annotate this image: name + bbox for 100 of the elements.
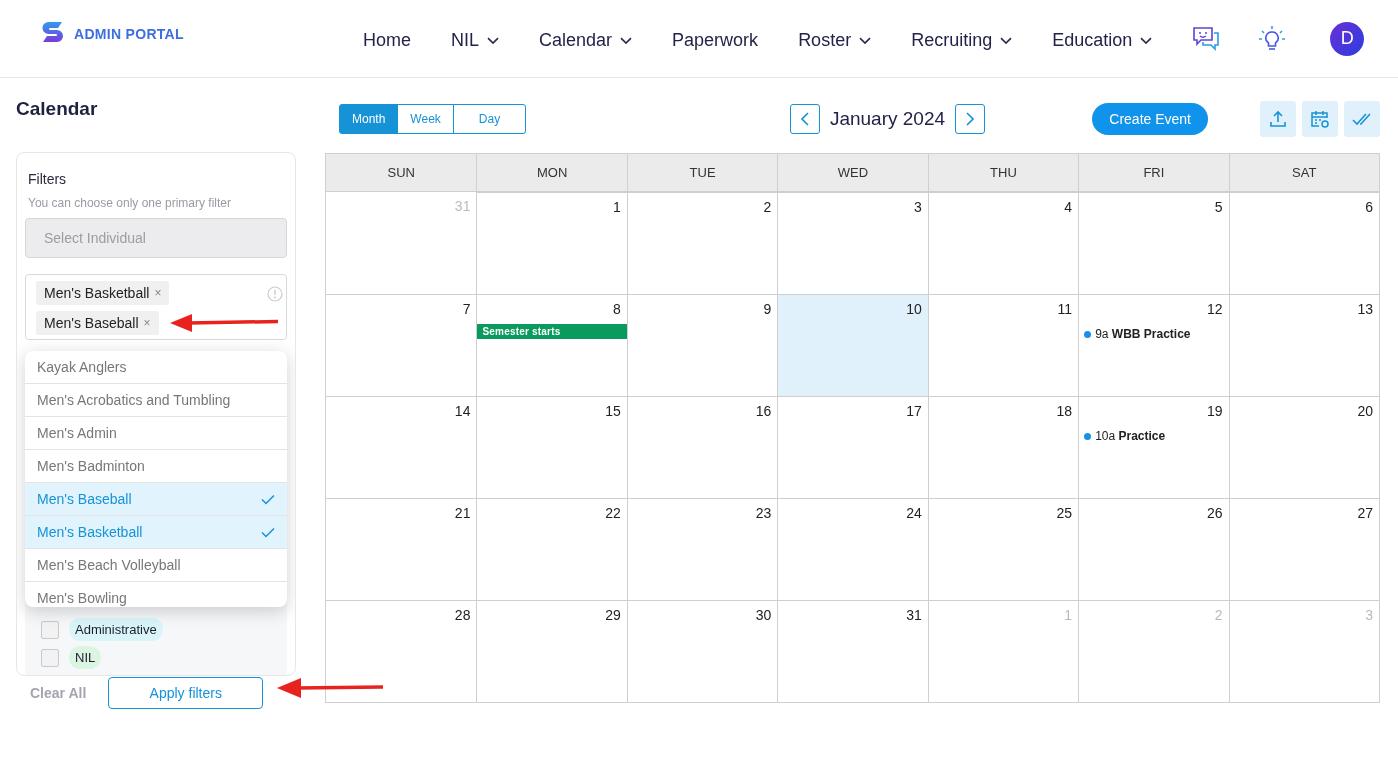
day-cell[interactable]: 15 xyxy=(476,396,627,498)
day-cell[interactable]: 25 xyxy=(927,498,1079,600)
day-number: 1 xyxy=(613,199,622,215)
day-number: 20 xyxy=(1357,403,1374,419)
day-number: 11 xyxy=(1057,301,1074,317)
previous-month-button[interactable] xyxy=(789,104,820,134)
day-number: 1 xyxy=(1064,607,1074,623)
day-cell[interactable]: 24 xyxy=(777,498,928,600)
chat-icon[interactable] xyxy=(1192,25,1221,52)
day-number: 19 xyxy=(1207,403,1224,419)
nav-item[interactable]: Roster xyxy=(798,30,872,51)
day-cell[interactable]: 2 xyxy=(626,192,778,294)
dropdown-option[interactable]: Men's Admin xyxy=(25,417,287,450)
weekday-header: SUN xyxy=(326,154,477,192)
day-cell[interactable]: 10 xyxy=(777,294,928,396)
selected-tag: Men's Baseball × xyxy=(36,311,159,335)
day-cell[interactable]: 20 xyxy=(1228,396,1379,498)
weekday-header: THU xyxy=(927,154,1079,192)
day-number: 14 xyxy=(454,403,472,419)
nav-item[interactable]: Calendar xyxy=(539,30,633,51)
day-cell[interactable]: 21 xyxy=(326,498,477,600)
nav-item[interactable]: Recruiting xyxy=(911,30,1013,51)
view-tab[interactable]: Day xyxy=(452,104,527,134)
page-title: Calendar xyxy=(16,98,99,120)
day-cell[interactable]: 11 xyxy=(927,294,1079,396)
day-number: 6 xyxy=(1365,199,1374,215)
day-cell[interactable]: 7 xyxy=(326,294,477,396)
day-cell[interactable]: 14 xyxy=(326,396,477,498)
day-cell[interactable]: 26 xyxy=(1078,498,1229,600)
calendar-settings-button[interactable] xyxy=(1302,101,1338,137)
day-cell[interactable]: 8 Semester starts xyxy=(476,294,627,396)
day-number: 8 xyxy=(613,301,622,317)
day-number: 16 xyxy=(755,403,773,419)
mark-all-button[interactable] xyxy=(1344,101,1380,137)
day-cell[interactable]: 27 xyxy=(1228,498,1379,600)
day-cell[interactable]: 6 xyxy=(1228,192,1379,294)
category-checkbox[interactable] xyxy=(41,648,59,667)
day-cell[interactable]: 22 xyxy=(476,498,627,600)
filters-hint: You can choose only one primary filter xyxy=(28,196,232,210)
day-number: 7 xyxy=(462,301,472,317)
category-tag: Administrative xyxy=(69,618,163,641)
chevron-down-icon xyxy=(620,36,633,45)
dropdown-option[interactable]: Kayak Anglers xyxy=(25,351,287,384)
weekday-header: MON xyxy=(476,154,627,192)
day-cell[interactable]: 28 xyxy=(326,600,477,702)
category-checkbox[interactable] xyxy=(41,620,59,639)
upload-icon xyxy=(1269,110,1287,128)
chevron-down-icon xyxy=(859,36,872,45)
day-cell[interactable]: 13 xyxy=(1228,294,1379,396)
dropdown-option[interactable]: Men's Acrobatics and Tumbling xyxy=(25,384,287,417)
day-cell[interactable]: 18 xyxy=(927,396,1079,498)
day-cell[interactable]: 5 xyxy=(1078,192,1229,294)
weekday-header: WED xyxy=(777,154,928,192)
nav-item[interactable]: Home xyxy=(363,30,411,51)
view-tab[interactable]: Week xyxy=(397,104,454,134)
day-cell[interactable]: 19 10a Practice xyxy=(1078,396,1229,498)
event-title[interactable]: 10a Practice xyxy=(1095,429,1166,443)
dropdown-option[interactable]: Men's Beach Volleyball xyxy=(25,549,287,582)
chevron-down-icon xyxy=(1140,36,1153,45)
lightbulb-icon[interactable] xyxy=(1258,24,1287,53)
month-label: January 2024 xyxy=(829,108,946,130)
weekday-header: TUE xyxy=(626,154,778,192)
day-cell[interactable]: 31 xyxy=(777,600,928,702)
day-cell[interactable]: 4 xyxy=(927,192,1079,294)
day-cell[interactable]: 12 9a WBB Practice xyxy=(1078,294,1229,396)
calendar-gear-icon xyxy=(1310,109,1330,129)
event-title[interactable]: 9a WBB Practice xyxy=(1095,327,1191,341)
day-cell[interactable]: 17 xyxy=(777,396,928,498)
nav-item[interactable]: Education xyxy=(1052,30,1153,51)
day-cell[interactable]: 23 xyxy=(626,498,778,600)
brand-name: ADMIN PORTAL xyxy=(74,25,184,42)
day-number: 9 xyxy=(763,301,773,317)
day-number: 17 xyxy=(906,403,923,419)
day-number: 29 xyxy=(605,607,622,623)
day-number: 3 xyxy=(913,199,923,215)
export-button[interactable] xyxy=(1260,101,1296,137)
weekday-header: SAT xyxy=(1228,154,1379,192)
weekday-header: FRI xyxy=(1078,154,1229,192)
day-cell[interactable]: 1 xyxy=(476,192,627,294)
chevron-down-icon xyxy=(1000,36,1013,45)
day-number: 18 xyxy=(1056,403,1074,419)
filters-title: Filters xyxy=(28,171,68,187)
day-number: 5 xyxy=(1214,199,1224,215)
info-icon xyxy=(267,286,283,302)
day-cell[interactable]: 30 xyxy=(626,600,778,702)
selected-tag: Men's Basketball × xyxy=(36,281,170,305)
nav-item[interactable]: NIL xyxy=(451,30,500,51)
day-number: 12 xyxy=(1207,301,1224,317)
next-month-button[interactable] xyxy=(955,104,986,134)
day-number: 2 xyxy=(1214,607,1224,623)
individual-select[interactable]: Select Individual xyxy=(25,218,287,258)
day-cell[interactable]: 29 xyxy=(476,600,627,702)
day-number: 10 xyxy=(906,301,923,317)
user-avatar[interactable]: D xyxy=(1330,21,1365,56)
event-bar[interactable]: Semester starts xyxy=(477,324,627,339)
day-number: 31 xyxy=(454,198,472,214)
chevron-left-icon xyxy=(800,112,809,126)
day-cell[interactable]: 16 xyxy=(626,396,778,498)
check-icon xyxy=(261,526,275,538)
nav-item[interactable]: Paperwork xyxy=(672,30,759,51)
